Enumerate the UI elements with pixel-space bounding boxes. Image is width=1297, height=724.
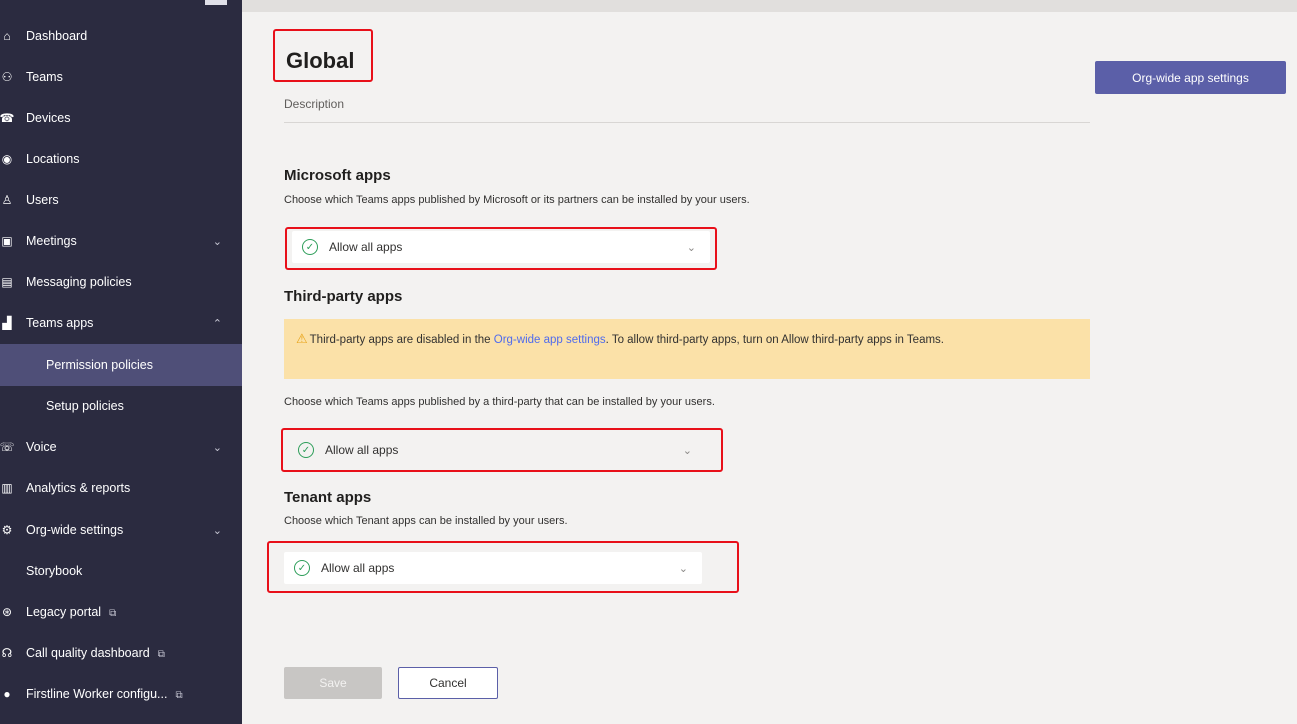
org-wide-app-settings-link[interactable]: Org-wide app settings [494, 334, 606, 346]
gear-icon: ⚙ [1, 523, 13, 537]
dropdown-value: Allow all apps [321, 561, 395, 575]
chevron-down-icon: ⌄ [212, 524, 222, 537]
home-icon: ⌂ [3, 29, 11, 43]
sidebar-item-label: Teams apps [26, 316, 94, 330]
sidebar-item-voice[interactable]: ☏ Voice ⌄ [0, 427, 242, 467]
warning-text-suffix: . To allow third-party apps, turn on All… [605, 334, 944, 346]
external-link-icon: ⧉ [109, 608, 117, 619]
chevron-down-icon: ⌄ [212, 235, 222, 248]
sidebar-item-teams[interactable]: ⚇ Teams [0, 57, 242, 97]
microsoft-apps-dropdown[interactable]: ✓ Allow all apps ⌄ [292, 231, 710, 263]
check-circle-icon: ✓ [298, 442, 314, 458]
sidebar-item-label: Org-wide settings [26, 523, 124, 537]
left-nav-sidebar: ⌂ Dashboard ⚇ Teams ☎ Devices ◉ Location… [0, 0, 242, 724]
cancel-button[interactable]: Cancel [398, 667, 498, 699]
sidebar-item-label: Setup policies [46, 399, 124, 413]
description-field-label[interactable]: Description [284, 97, 344, 111]
sidebar-item-devices[interactable]: ☎ Devices [0, 98, 242, 138]
sidebar-item-messaging-policies[interactable]: ▤ Messaging policies [0, 262, 242, 302]
third-party-apps-dropdown[interactable]: ✓ Allow all apps ⌄ [288, 434, 706, 466]
warning-icon: ⚠ [296, 331, 308, 346]
chevron-down-icon: ⌄ [686, 241, 696, 254]
sidebar-item-label: Storybook [26, 564, 83, 578]
sidebar-item-label: Analytics & reports [26, 481, 131, 495]
sidebar-item-text: Firstline Worker configu... [26, 687, 168, 701]
external-link-icon: ⧉ [157, 649, 165, 660]
check-circle-icon: ✓ [294, 560, 310, 576]
phone-icon: ☏ [0, 440, 15, 454]
chat-icon: ▤ [1, 275, 13, 289]
sidebar-item-label: Messaging policies [26, 275, 132, 289]
third-party-disabled-warning: ⚠ Third-party apps are disabled in the Or… [284, 319, 1090, 379]
sidebar-item-label: Permission policies [46, 358, 153, 372]
chevron-down-icon: ⌄ [212, 441, 222, 454]
devices-icon: ☎ [0, 111, 15, 125]
sidebar-item-legacy-portal[interactable]: ⊛ Legacy portal ⧉ [0, 592, 242, 632]
sidebar-item-call-quality-dashboard[interactable]: ☊ Call quality dashboard ⧉ [0, 633, 242, 673]
sidebar-item-org-wide-settings[interactable]: ⚙ Org-wide settings ⌄ [0, 510, 242, 550]
sidebar-item-label: Firstline Worker configu... ⧉ [26, 687, 183, 701]
sidebar-item-label: Teams [26, 70, 63, 84]
save-button[interactable]: Save [284, 667, 382, 699]
microsoft-apps-description: Choose which Teams apps published by Mic… [284, 194, 750, 206]
hamburger-menu-icon[interactable] [205, 0, 227, 5]
sidebar-item-permission-policies[interactable]: Permission policies [0, 344, 242, 386]
dropdown-value: Allow all apps [329, 240, 403, 254]
third-party-apps-description: Choose which Teams apps published by a t… [284, 396, 715, 408]
call-quality-icon: ☊ [1, 646, 13, 660]
tenant-apps-description: Choose which Tenant apps can be installe… [284, 515, 568, 527]
sidebar-item-setup-policies[interactable]: Setup policies [0, 386, 242, 426]
calendar-icon: ▣ [1, 234, 13, 248]
user-icon: ♙ [1, 193, 13, 207]
policy-editor: Global Description Org-wide app settings… [242, 12, 1297, 724]
tenant-apps-dropdown[interactable]: ✓ Allow all apps ⌄ [284, 552, 702, 584]
chevron-down-icon: ⌄ [682, 444, 692, 457]
dropdown-value: Allow all apps [325, 443, 399, 457]
sidebar-item-text: Legacy portal [26, 605, 102, 619]
sidebar-item-storybook[interactable]: Storybook [0, 551, 242, 591]
description-field-underline [284, 122, 1090, 123]
sidebar-item-analytics-reports[interactable]: ▥ Analytics & reports [0, 468, 242, 508]
chart-icon: ▥ [1, 481, 13, 495]
sidebar-item-meetings[interactable]: ▣ Meetings ⌄ [0, 221, 242, 261]
sidebar-item-firstline-worker[interactable]: ● Firstline Worker configu... ⧉ [0, 674, 242, 714]
microsoft-apps-heading: Microsoft apps [284, 167, 391, 184]
teams-icon: ⚇ [1, 70, 13, 84]
portal-icon: ⊛ [1, 605, 13, 619]
sidebar-item-locations[interactable]: ◉ Locations [0, 139, 242, 179]
sidebar-item-label: Legacy portal ⧉ [26, 605, 116, 619]
external-link-icon: ⧉ [175, 690, 183, 701]
apps-icon: ▟ [2, 316, 12, 330]
sidebar-item-teams-apps[interactable]: ▟ Teams apps ⌃ [0, 303, 242, 343]
sidebar-item-label: Dashboard [26, 29, 88, 43]
sidebar-item-label: Users [26, 193, 59, 207]
sidebar-item-text: Call quality dashboard [26, 646, 150, 660]
org-wide-app-settings-button[interactable]: Org-wide app settings [1095, 61, 1286, 94]
worker-icon: ● [3, 687, 11, 701]
tenant-apps-heading: Tenant apps [284, 489, 372, 506]
sidebar-item-label: Call quality dashboard ⧉ [26, 646, 165, 660]
sidebar-item-label: Meetings [26, 234, 77, 248]
sidebar-item-label: Locations [26, 152, 80, 166]
globe-icon: ◉ [1, 152, 13, 166]
chevron-up-icon: ⌃ [212, 317, 222, 330]
breadcrumb-bar [242, 0, 1297, 12]
check-circle-icon: ✓ [302, 239, 318, 255]
sidebar-item-label: Voice [26, 440, 57, 454]
sidebar-item-users[interactable]: ♙ Users [0, 180, 242, 220]
third-party-apps-heading: Third-party apps [284, 288, 403, 305]
sidebar-item-dashboard[interactable]: ⌂ Dashboard [0, 16, 242, 56]
warning-text: Third-party apps are disabled in the [309, 334, 494, 346]
chevron-down-icon: ⌄ [678, 562, 688, 575]
sidebar-item-label: Devices [26, 111, 71, 125]
page-title: Global [286, 48, 355, 73]
